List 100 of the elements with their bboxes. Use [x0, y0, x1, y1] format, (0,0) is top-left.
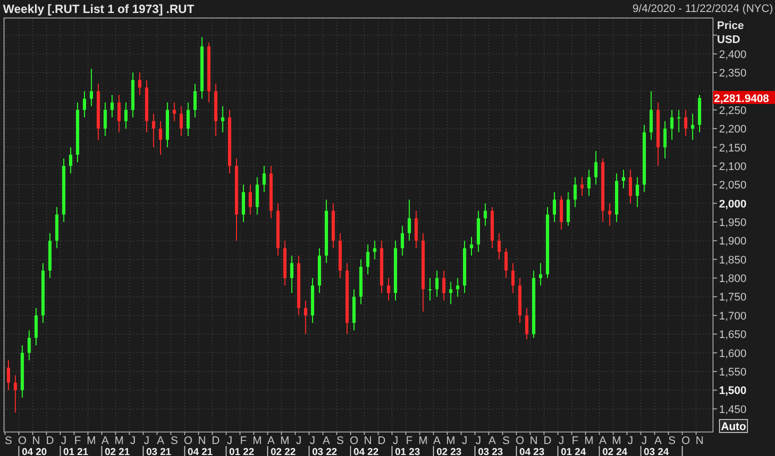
quarter-label: 04 22 — [354, 447, 379, 456]
candlestick — [498, 232, 501, 260]
quarter-label: 04 23 — [519, 447, 544, 456]
quarter-label: 02 21 — [104, 447, 130, 456]
month-label: M — [612, 435, 622, 447]
candlestick — [456, 278, 460, 298]
month-label: N — [530, 435, 538, 447]
axis-label: 2,100 — [719, 160, 747, 173]
axis-label: 2,350 — [719, 68, 747, 80]
candlestick — [601, 158, 604, 222]
candlestick — [90, 68, 93, 107]
candlestick — [283, 240, 286, 286]
month-label: N — [32, 435, 40, 447]
candlestick — [276, 202, 280, 256]
month-label: D — [378, 435, 386, 447]
candlestick — [248, 184, 252, 216]
month-label: S — [4, 435, 12, 447]
candlestick — [82, 90, 86, 118]
month-label: M — [252, 435, 262, 447]
axis-label: 1,650 — [719, 329, 747, 342]
month-label: J — [296, 435, 302, 447]
candlestick — [221, 106, 224, 133]
candlestick — [560, 195, 563, 230]
month-label: O — [184, 435, 192, 447]
candlestick — [594, 150, 598, 186]
candlestick — [124, 102, 128, 130]
candlestick — [104, 102, 107, 137]
quarter-label: 01 21 — [63, 447, 88, 456]
month-label: S — [502, 435, 510, 447]
quarter-label: 02 24 — [602, 447, 628, 456]
axis-title: Price — [717, 20, 744, 32]
candlestick — [166, 102, 169, 148]
candlestick — [435, 270, 439, 298]
candlestick — [628, 169, 632, 204]
quarter-label: 01 22 — [229, 447, 254, 456]
month-label: A — [488, 435, 496, 447]
candlestick — [574, 176, 577, 208]
month-label: O — [350, 435, 358, 447]
candlestick — [228, 109, 232, 174]
candlestick — [622, 169, 626, 189]
quarter-label: 04 21 — [188, 447, 213, 456]
candlestick — [504, 248, 508, 279]
candlestick — [269, 165, 273, 219]
candlestick — [262, 165, 266, 193]
candlestick — [48, 232, 52, 279]
axis-label: 2,050 — [719, 180, 747, 192]
chart-title: Weekly [.RUT List 1 of 1973] .RUT — [3, 2, 194, 16]
candlestick — [490, 206, 494, 249]
candlestick — [656, 102, 660, 166]
month-label: J — [558, 435, 564, 447]
candlestick — [698, 94, 702, 133]
candlestick — [511, 262, 515, 294]
month-label: A — [267, 435, 275, 447]
date-range: 9/4/2020 - 11/22/2024 (NYC) — [632, 2, 773, 14]
candlestick — [636, 176, 639, 208]
axis-label: 2,000 — [719, 198, 747, 210]
candlestick — [207, 42, 210, 103]
candlestick — [28, 330, 31, 361]
candlestick — [580, 176, 584, 196]
candlestick — [386, 278, 390, 301]
candlestick — [587, 169, 591, 196]
candlestick — [428, 278, 432, 301]
month-label: F — [74, 435, 81, 447]
month-label: A — [654, 435, 662, 447]
month-label: D — [46, 435, 54, 447]
candlestick — [470, 236, 474, 256]
axis-label: 1,500 — [719, 385, 747, 398]
month-label: J — [144, 435, 150, 447]
candlestick — [20, 344, 24, 398]
candlestick — [172, 102, 176, 122]
quarter-label: 02 23 — [436, 447, 462, 456]
candlestick — [539, 262, 542, 286]
auto-button[interactable]: Auto — [719, 419, 748, 433]
candlestick — [96, 83, 100, 140]
candlestick — [186, 102, 190, 137]
last-price-label: 2,281.9408 — [713, 90, 775, 105]
month-label: M — [584, 435, 594, 447]
month-label: A — [433, 435, 441, 447]
candlestick — [304, 300, 308, 335]
currency-label: USD — [717, 34, 740, 46]
month-label: J — [642, 435, 647, 447]
candlestick — [332, 202, 335, 249]
candlestick — [318, 248, 322, 294]
candlestick — [525, 307, 528, 340]
axis-label: 1,700 — [719, 310, 747, 322]
candlestick — [152, 113, 156, 148]
candlestick — [684, 109, 688, 137]
month-label: J — [476, 435, 482, 447]
candlestick — [34, 307, 38, 346]
candlestick — [14, 374, 17, 414]
candlestick — [352, 288, 356, 331]
month-label: F — [572, 435, 579, 447]
candlestick — [138, 72, 142, 96]
month-label: O — [681, 435, 690, 447]
candlestick — [41, 262, 45, 324]
candlestick — [414, 210, 418, 249]
month-label: J — [462, 435, 468, 447]
candlestick — [366, 244, 370, 275]
axis-label: 1,450 — [719, 404, 747, 416]
axis-label: 1,800 — [719, 273, 747, 286]
